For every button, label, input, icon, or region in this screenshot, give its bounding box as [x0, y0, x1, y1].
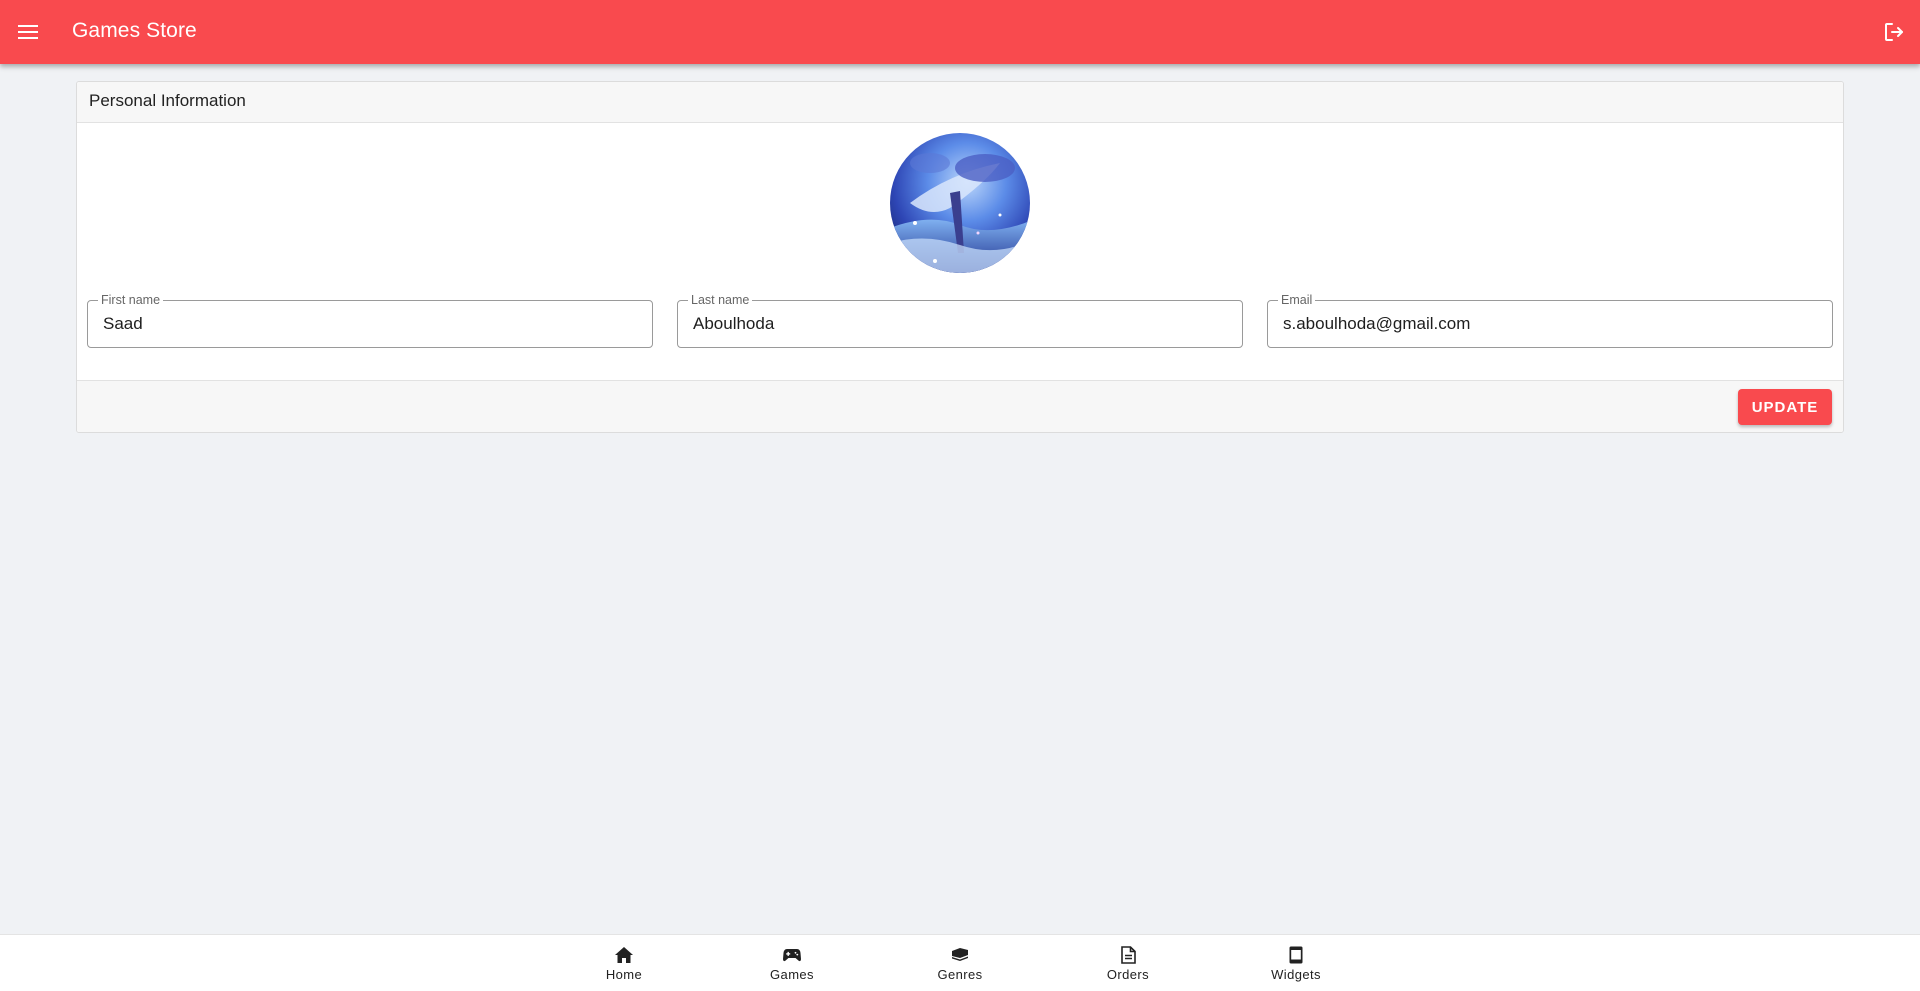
first-name-input[interactable]: [88, 301, 652, 347]
first-name-field: First name: [87, 293, 653, 348]
nav-item-genres[interactable]: Genres: [900, 935, 1020, 991]
last-name-input[interactable]: [678, 301, 1242, 347]
nav-item-games[interactable]: Games: [732, 935, 852, 991]
menu-button[interactable]: [14, 18, 42, 46]
gamepad-icon: [782, 945, 802, 965]
nav-label-orders: Orders: [1106, 967, 1150, 982]
nav-label-widgets: Widgets: [1271, 967, 1321, 982]
logout-icon: [1885, 23, 1903, 41]
avatar: [890, 133, 1030, 273]
personal-info-card: Personal Information First name Saad Las…: [76, 81, 1844, 433]
document-icon: [1118, 945, 1138, 965]
nav-item-home[interactable]: Home: [564, 935, 684, 991]
nav-item-orders[interactable]: Orders: [1068, 935, 1188, 991]
email-input[interactable]: [1268, 301, 1832, 347]
card-footer: UPDATE: [77, 380, 1843, 432]
nav-label-games: Games: [770, 967, 814, 982]
home-icon: [614, 945, 634, 965]
menu-icon: [18, 25, 38, 39]
tablet-icon: [1286, 945, 1306, 965]
nav-item-widgets[interactable]: Widgets: [1236, 935, 1356, 991]
app-bar: Games Store: [0, 0, 1920, 64]
last-name-field: Last name: [677, 293, 1243, 348]
email-field: Email: [1267, 293, 1833, 348]
app-title: Games Store: [72, 19, 197, 42]
bottom-navigation: Home Games Genres Orders Widgets: [0, 934, 1920, 991]
nav-label-home: Home: [605, 967, 643, 982]
logout-button[interactable]: [1880, 18, 1908, 46]
card-header: Personal Information: [77, 82, 1843, 123]
nav-label-genres: Genres: [937, 967, 983, 982]
update-button[interactable]: UPDATE: [1738, 389, 1832, 425]
tags-icon: [950, 945, 970, 965]
